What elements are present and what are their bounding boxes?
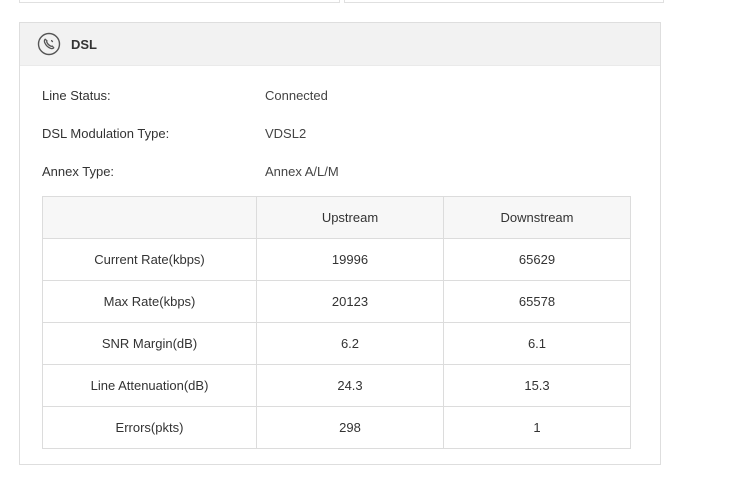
line-status-value: Connected <box>265 88 328 103</box>
modulation-value: VDSL2 <box>265 126 307 141</box>
upstream-value: 298 <box>256 406 444 449</box>
dsl-panel: DSL Line Status: Connected DSL Modulatio… <box>19 22 661 465</box>
row-label: Line Attenuation(dB) <box>42 364 257 407</box>
upstream-value: 6.2 <box>256 322 444 365</box>
upstream-value: 24.3 <box>256 364 444 407</box>
dsl-panel-header: DSL <box>20 23 660 66</box>
downstream-value: 15.3 <box>443 364 631 407</box>
panel-title: DSL <box>71 36 97 52</box>
downstream-value: 1 <box>443 406 631 449</box>
row-label: Current Rate(kbps) <box>42 238 257 281</box>
table-row: Current Rate(kbps) 19996 65629 <box>42 238 631 281</box>
table-header-downstream: Downstream <box>443 196 631 239</box>
row-label: SNR Margin(dB) <box>42 322 257 365</box>
row-label: Errors(pkts) <box>42 406 257 449</box>
downstream-value: 6.1 <box>443 322 631 365</box>
downstream-value: 65629 <box>443 238 631 281</box>
previous-panel-right-edge <box>344 0 664 3</box>
annex-label: Annex Type: <box>42 164 115 179</box>
dsl-stats-table: Upstream Downstream Current Rate(kbps) 1… <box>42 196 631 449</box>
table-header-empty <box>42 196 257 239</box>
table-row: Max Rate(kbps) 20123 65578 <box>42 280 631 323</box>
modulation-label: DSL Modulation Type: <box>42 126 170 141</box>
table-row: SNR Margin(dB) 6.2 6.1 <box>42 322 631 365</box>
phone-icon <box>37 32 61 56</box>
table-row: Line Attenuation(dB) 24.3 15.3 <box>42 364 631 407</box>
table-header-upstream: Upstream <box>256 196 444 239</box>
upstream-value: 19996 <box>256 238 444 281</box>
table-header-row: Upstream Downstream <box>42 196 631 239</box>
table-row: Errors(pkts) 298 1 <box>42 406 631 449</box>
downstream-value: 65578 <box>443 280 631 323</box>
line-status-label: Line Status: <box>42 88 111 103</box>
annex-value: Annex A/L/M <box>265 164 339 179</box>
previous-panel-left-edge <box>19 0 340 3</box>
upstream-value: 20123 <box>256 280 444 323</box>
row-label: Max Rate(kbps) <box>42 280 257 323</box>
